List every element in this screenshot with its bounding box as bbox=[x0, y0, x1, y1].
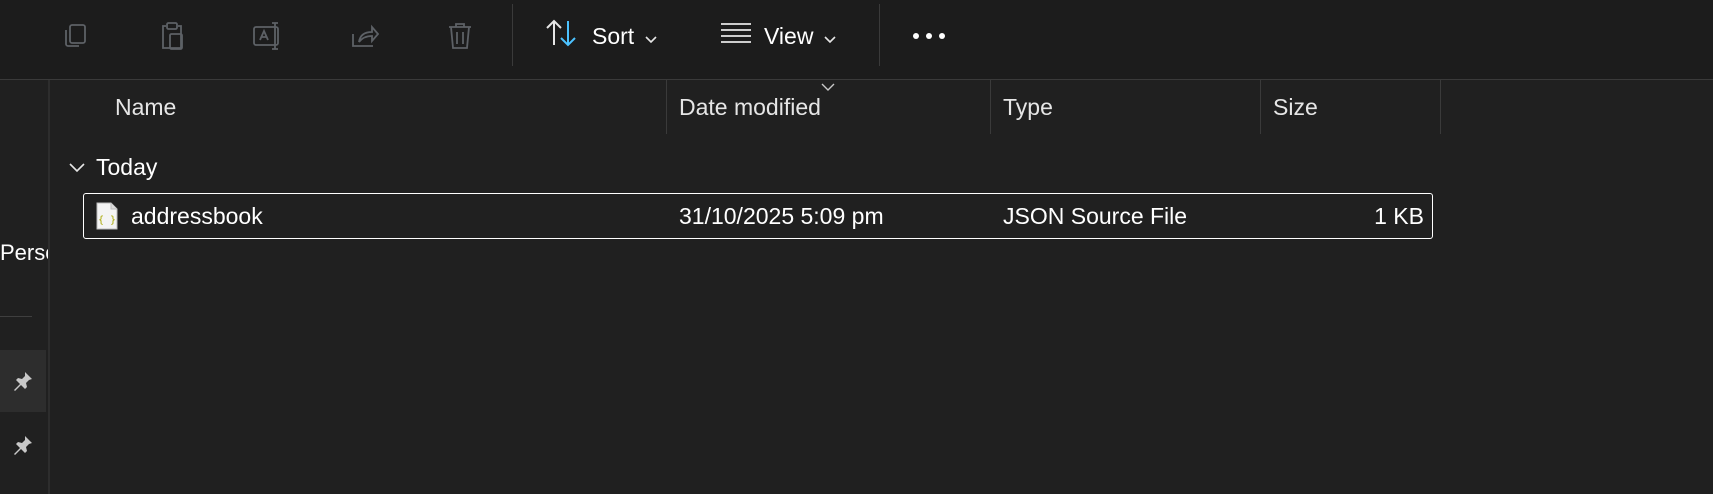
toolbar-separator bbox=[879, 4, 880, 66]
paste-icon[interactable] bbox=[150, 14, 194, 58]
toolbar-separator bbox=[512, 4, 513, 66]
column-header-date-modified[interactable]: Date modified bbox=[679, 80, 821, 134]
file-explorer-window: Sort View Pers Name Date modified Type S… bbox=[0, 0, 1713, 494]
column-header-type[interactable]: Type bbox=[1003, 80, 1053, 134]
nav-pinned-item[interactable] bbox=[0, 414, 46, 476]
more-options-button[interactable] bbox=[906, 14, 952, 58]
pin-icon bbox=[14, 436, 32, 455]
file-date-modified: 31/10/2025 5:09 pm bbox=[679, 202, 884, 229]
copy-icon[interactable] bbox=[53, 14, 97, 58]
navigation-pane: Perso bbox=[0, 80, 50, 494]
chevron-down-icon bbox=[69, 163, 85, 173]
file-name: addressbook bbox=[131, 202, 263, 229]
file-type: JSON Source File bbox=[1003, 202, 1188, 229]
sort-icon bbox=[544, 18, 580, 54]
view-label: View bbox=[764, 22, 814, 49]
delete-icon[interactable] bbox=[438, 14, 482, 58]
column-divider[interactable] bbox=[666, 80, 667, 134]
share-icon[interactable] bbox=[342, 14, 386, 58]
column-divider[interactable] bbox=[990, 80, 991, 134]
nav-pinned-item[interactable] bbox=[0, 350, 46, 412]
group-label: Today bbox=[96, 153, 158, 180]
view-list-icon bbox=[720, 20, 752, 52]
sort-descending-icon bbox=[820, 79, 836, 97]
column-divider[interactable] bbox=[1440, 80, 1441, 134]
nav-divider bbox=[0, 316, 32, 317]
sort-label: Sort bbox=[592, 22, 635, 49]
svg-text:{ }: { } bbox=[98, 215, 116, 226]
chevron-down-icon bbox=[823, 23, 837, 50]
nav-item-personal[interactable]: Perso bbox=[0, 240, 48, 266]
file-size: 1 KB bbox=[1374, 202, 1424, 229]
file-row[interactable]: { } addressbook 31/10/2025 5:09 pm JSON … bbox=[83, 193, 1433, 239]
json-file-icon: { } bbox=[96, 202, 118, 236]
rename-icon[interactable] bbox=[246, 14, 290, 58]
view-button[interactable]: View bbox=[720, 14, 837, 58]
pin-icon bbox=[14, 372, 32, 391]
column-header-size[interactable]: Size bbox=[1273, 80, 1318, 134]
column-divider[interactable] bbox=[1260, 80, 1261, 134]
column-header-name[interactable]: Name bbox=[115, 80, 176, 134]
more-icon bbox=[913, 33, 945, 39]
chevron-down-icon bbox=[644, 23, 658, 50]
sort-button[interactable]: Sort bbox=[544, 14, 658, 58]
group-header-today[interactable]: Today bbox=[68, 150, 157, 184]
command-bar: Sort View bbox=[0, 0, 1713, 80]
